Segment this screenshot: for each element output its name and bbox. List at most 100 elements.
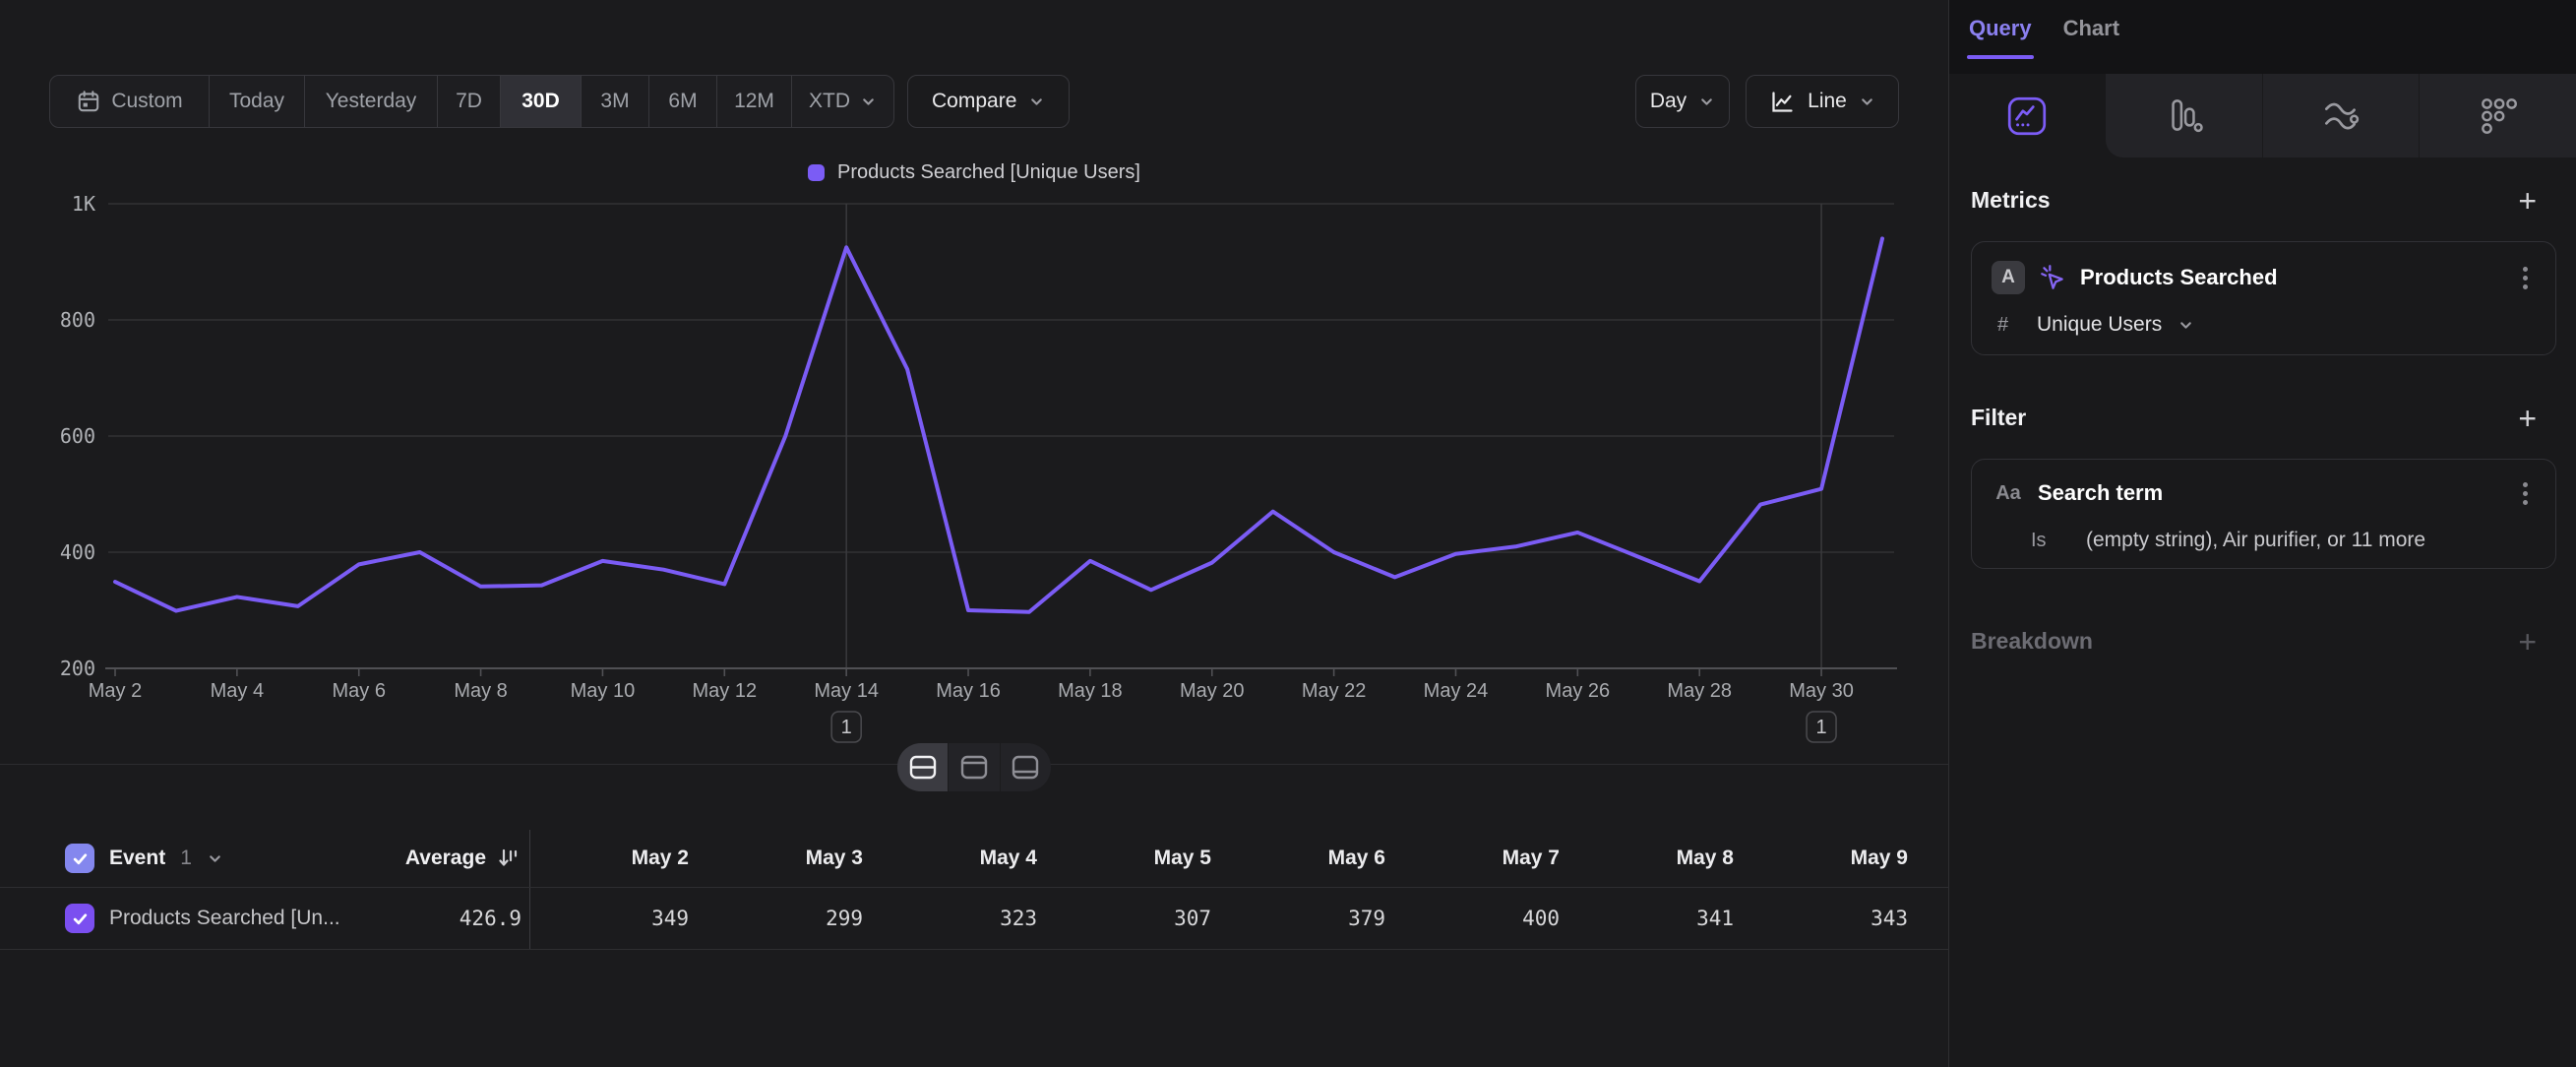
metrics-heading: Metrics <box>1971 187 2051 214</box>
svg-text:May 2: May 2 <box>89 680 142 702</box>
svg-text:400: 400 <box>60 540 95 564</box>
chart-type-button[interactable]: Line <box>1746 75 1899 128</box>
filter-card[interactable]: Aa Search term Is (empty string), Air pu… <box>1971 459 2556 569</box>
date-column-header[interactable]: May 5 <box>1053 847 1227 870</box>
svg-text:1: 1 <box>841 717 852 738</box>
date-column-header[interactable]: May 9 <box>1749 847 1924 870</box>
report-tab-insights[interactable] <box>1949 74 2106 157</box>
kebab-menu-icon[interactable] <box>2523 491 2528 496</box>
granularity-button[interactable]: Day <box>1635 75 1730 128</box>
svg-text:May 30: May 30 <box>1789 680 1854 702</box>
table-only-view-icon <box>1011 754 1040 781</box>
event-count: 1 <box>180 847 192 870</box>
range-30d-button[interactable]: 30D <box>501 76 582 127</box>
date-value-cell: 307 <box>1053 907 1227 930</box>
range-3m-button[interactable]: 3M <box>582 76 649 127</box>
insights-icon <box>2004 94 2050 139</box>
report-tab-flows[interactable] <box>2262 74 2420 157</box>
chevron-down-icon[interactable] <box>207 850 223 867</box>
chart-type-label: Line <box>1808 90 1847 113</box>
annotation-badge: 1 <box>1807 712 1836 742</box>
breakdown-heading: Breakdown <box>1971 628 2093 655</box>
event-header-cell: Event 1 <box>0 844 344 873</box>
svg-text:200: 200 <box>60 657 95 680</box>
tab-chart[interactable]: Chart <box>2063 16 2119 59</box>
date-range-segmented-control: CustomTodayYesterday7D30D3M6M12MXTD <box>49 75 894 128</box>
chevron-down-icon <box>2177 317 2194 334</box>
event-column-label: Event <box>109 847 165 870</box>
date-column-header[interactable]: May 3 <box>705 847 879 870</box>
range-6m-button[interactable]: 6M <box>649 76 717 127</box>
svg-text:May 16: May 16 <box>936 680 1001 702</box>
table-header-row: Event 1 Average May 2May 3May 4May 5May … <box>0 830 1948 888</box>
report-tab-retention[interactable] <box>2419 74 2576 157</box>
range-xtd-button[interactable]: XTD <box>792 76 893 127</box>
average-column-label: Average <box>405 847 486 870</box>
main-area: CustomTodayYesterday7D30D3M6M12MXTD Comp… <box>0 0 1948 1067</box>
date-column-header[interactable]: May 2 <box>530 847 705 870</box>
series-name: Products Searched [Un... <box>109 907 340 930</box>
x-axis: May 2May 4May 6May 8May 10May 12May 14Ma… <box>89 668 1897 702</box>
date-value-cell: 400 <box>1401 907 1575 930</box>
funnels-icon <box>2161 94 2206 139</box>
date-column-header[interactable]: May 6 <box>1227 847 1401 870</box>
svg-text:May 6: May 6 <box>332 680 385 702</box>
filter-property-name: Search term <box>2038 480 2510 506</box>
filter-operator[interactable]: Is <box>1997 530 2070 552</box>
data-table: Event 1 Average May 2May 3May 4May 5May … <box>0 830 1948 950</box>
event-click-icon <box>2038 263 2067 292</box>
calendar-icon <box>76 89 101 114</box>
range-7d-button[interactable]: 7D <box>438 76 501 127</box>
check-icon <box>72 850 89 867</box>
table-only-view-button[interactable] <box>1001 743 1051 791</box>
date-column-header[interactable]: May 4 <box>879 847 1053 870</box>
query-panel: Query Chart Metrics + A <box>1948 0 2576 1067</box>
panel-tabs: Query Chart <box>1949 0 2576 74</box>
kebab-menu-icon[interactable] <box>2523 276 2528 281</box>
date-column-header[interactable]: May 7 <box>1401 847 1575 870</box>
filter-value[interactable]: (empty string), Air purifier, or 11 more <box>2086 529 2425 552</box>
tab-query-label: Query <box>1969 16 2032 40</box>
table-row[interactable]: Products Searched [Un... 426.9 349299323… <box>0 888 1948 950</box>
add-breakdown-button[interactable]: + <box>2518 632 2537 652</box>
range-12m-button[interactable]: 12M <box>717 76 792 127</box>
select-all-checkbox[interactable] <box>65 844 94 873</box>
svg-text:May 26: May 26 <box>1546 680 1611 702</box>
average-header-cell[interactable]: Average <box>344 847 529 870</box>
date-value-cell: 343 <box>1749 907 1924 930</box>
date-values-row: 349299323307379400341343 <box>529 888 1923 949</box>
range-custom-button[interactable]: Custom <box>50 76 210 127</box>
average-value-cell: 426.9 <box>344 907 529 930</box>
add-filter-button[interactable]: + <box>2518 408 2537 428</box>
tab-query[interactable]: Query <box>1969 16 2032 59</box>
svg-text:800: 800 <box>60 308 95 332</box>
filter-section-header: Filter + <box>1971 405 2576 431</box>
app-root: CustomTodayYesterday7D30D3M6M12MXTD Comp… <box>0 0 2576 1067</box>
report-tab-funnels[interactable] <box>2106 74 2262 157</box>
gridlines <box>108 204 1894 552</box>
range-yesterday-button[interactable]: Yesterday <box>305 76 438 127</box>
number-prefix: # <box>1997 314 2021 337</box>
flows-icon <box>2318 94 2363 139</box>
svg-text:May 22: May 22 <box>1302 680 1367 702</box>
line-chart-icon <box>1769 89 1796 115</box>
svg-text:May 24: May 24 <box>1424 680 1489 702</box>
compare-button[interactable]: Compare <box>907 75 1070 128</box>
measure-selector[interactable]: Unique Users <box>2037 313 2162 337</box>
svg-text:May 12: May 12 <box>693 680 758 702</box>
range-today-button[interactable]: Today <box>210 76 305 127</box>
line-chart[interactable]: May 2May 4May 6May 8May 10May 12May 14Ma… <box>0 138 1948 787</box>
chart-only-view-button[interactable] <box>949 743 1000 791</box>
split-view-button[interactable] <box>897 743 949 791</box>
split-view-icon <box>908 754 938 781</box>
metric-card[interactable]: A Products Searched # Unique Users <box>1971 241 2556 355</box>
check-icon <box>72 910 89 927</box>
svg-text:May 20: May 20 <box>1180 680 1245 702</box>
report-type-tabs <box>1949 74 2576 157</box>
granularity-label: Day <box>1650 90 1687 113</box>
tab-chart-label: Chart <box>2063 16 2119 40</box>
chevron-down-icon <box>1028 94 1045 110</box>
series-checkbox[interactable] <box>65 904 94 933</box>
add-metric-button[interactable]: + <box>2518 191 2537 211</box>
date-column-header[interactable]: May 8 <box>1575 847 1749 870</box>
